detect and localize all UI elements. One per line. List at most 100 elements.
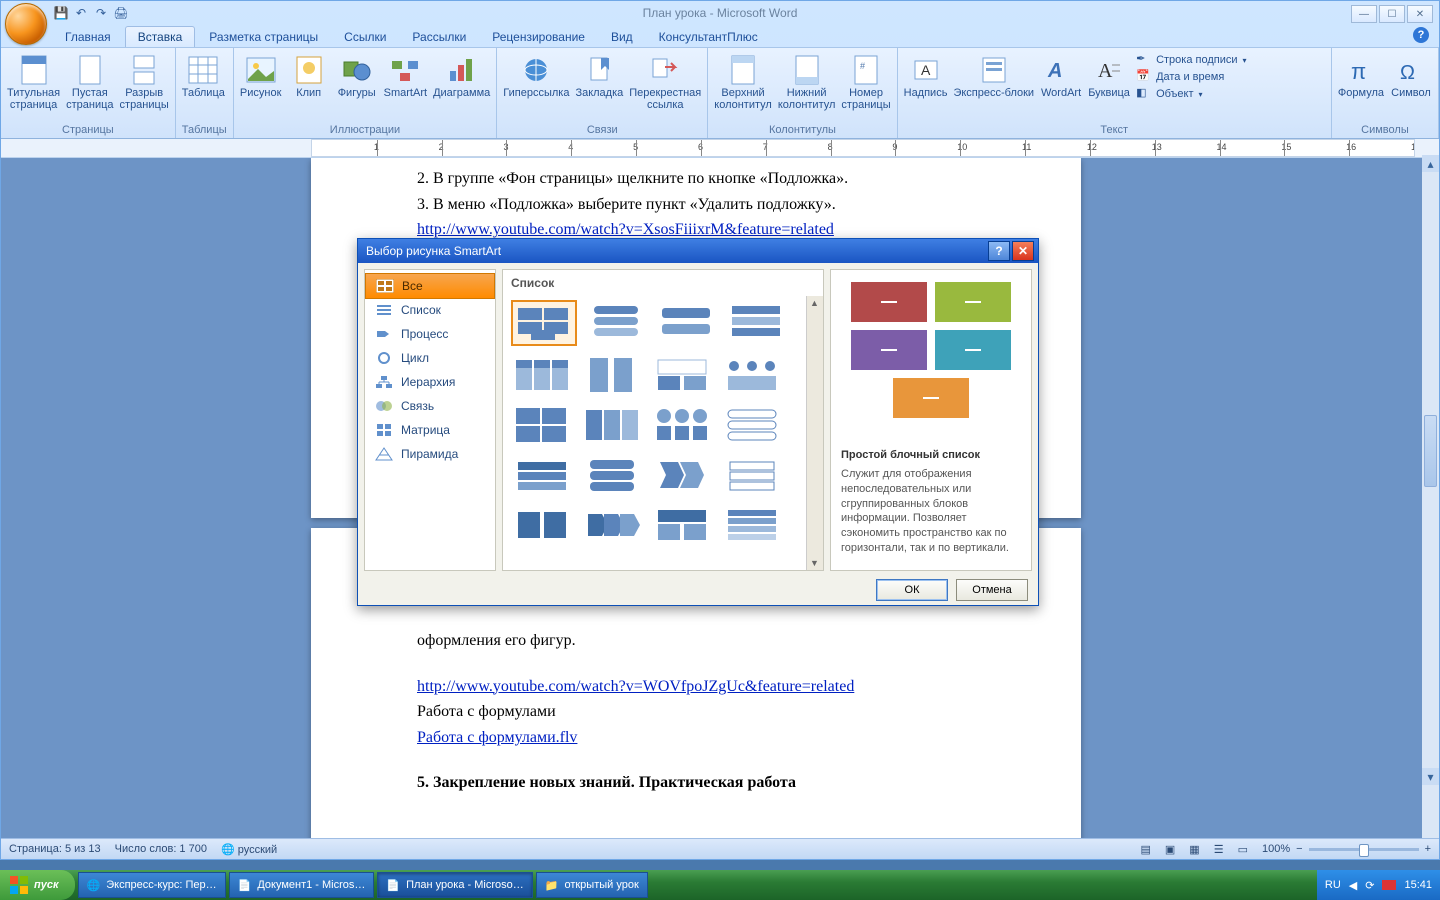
layout-item[interactable] xyxy=(721,354,783,396)
view-outline-icon[interactable]: ☰ xyxy=(1214,843,1224,856)
doc-hyperlink[interactable]: http://www.youtube.com/watch?v=WOVfpoJZg… xyxy=(417,678,854,695)
smartart-button[interactable]: SmartArt xyxy=(384,50,427,100)
view-printlayout-icon[interactable]: ▤ xyxy=(1140,843,1150,856)
dialog-close-icon[interactable]: ✕ xyxy=(1012,241,1034,261)
layout-item[interactable] xyxy=(721,454,783,496)
redo-icon[interactable]: ↷ xyxy=(93,5,109,21)
taskbar-item[interactable]: 🌐Экспресс-курс: Пер… xyxy=(78,872,226,898)
category-list-item[interactable]: Список xyxy=(365,298,495,322)
tab-view[interactable]: Вид xyxy=(599,27,645,47)
quickprint-icon[interactable]: 🖨 xyxy=(113,5,129,21)
gallery-scrollbar[interactable] xyxy=(806,296,823,570)
horizontal-ruler[interactable]: 1234567891011121314151617 xyxy=(311,139,1415,157)
picture-button[interactable]: Рисунок xyxy=(240,50,282,100)
dropcap-button[interactable]: AБуквица xyxy=(1088,50,1130,100)
kaspersky-icon[interactable] xyxy=(1382,880,1396,890)
layout-item[interactable] xyxy=(511,404,573,446)
cancel-button[interactable]: Отмена xyxy=(956,579,1028,601)
clip-button[interactable]: Клип xyxy=(288,50,330,100)
tray-icon[interactable]: ◀ xyxy=(1349,879,1357,892)
category-all[interactable]: Все xyxy=(365,273,495,299)
tab-home[interactable]: Главная xyxy=(53,27,123,47)
signature-line-button[interactable]: ✒Строка подписи▾ xyxy=(1136,52,1246,68)
doc-hyperlink[interactable]: Работа с формулами.flv xyxy=(417,729,577,746)
tray-clock[interactable]: 15:41 xyxy=(1404,879,1432,891)
layout-item[interactable] xyxy=(651,504,713,546)
view-fullscreen-icon[interactable]: ▣ xyxy=(1165,843,1175,856)
view-draft-icon[interactable]: ▭ xyxy=(1238,843,1248,856)
zoom-level[interactable]: 100% xyxy=(1262,843,1290,855)
dialog-help-icon[interactable]: ? xyxy=(988,241,1010,261)
wordart-button[interactable]: AWordArt xyxy=(1040,50,1082,100)
category-relationship[interactable]: Связь xyxy=(365,394,495,418)
doc-hyperlink[interactable]: http://www.youtube.com/watch?v=XsosFiiix… xyxy=(417,221,834,238)
category-pyramid[interactable]: Пирамида xyxy=(365,442,495,466)
maximize-button[interactable]: ☐ xyxy=(1379,5,1405,23)
vertical-scrollbar[interactable]: ▴ ▾ xyxy=(1422,155,1439,839)
equation-button[interactable]: πФормула xyxy=(1338,50,1384,100)
textbox-button[interactable]: AНадпись xyxy=(904,50,948,100)
layout-item[interactable] xyxy=(511,454,573,496)
layout-item[interactable] xyxy=(651,354,713,396)
header-button[interactable]: Верхнийколонтитул xyxy=(714,50,772,111)
scroll-up-icon[interactable]: ▴ xyxy=(1422,155,1439,172)
help-icon[interactable]: ? xyxy=(1413,27,1429,43)
category-process[interactable]: Процесс xyxy=(365,322,495,346)
symbol-button[interactable]: ΩСимвол xyxy=(1390,50,1432,100)
chart-button[interactable]: Диаграмма xyxy=(433,50,490,100)
layout-item[interactable] xyxy=(511,300,577,346)
view-web-icon[interactable]: ▦ xyxy=(1189,843,1199,856)
taskbar-item[interactable]: 📄Документ1 - Micros… xyxy=(229,872,375,898)
layout-item[interactable] xyxy=(581,354,643,396)
category-matrix[interactable]: Матрица xyxy=(365,418,495,442)
layout-item[interactable] xyxy=(651,404,713,446)
tab-insert[interactable]: Вставка xyxy=(125,26,196,47)
zoom-slider[interactable] xyxy=(1309,848,1419,851)
status-page[interactable]: Страница: 5 из 13 xyxy=(9,843,101,855)
bookmark-button[interactable]: Закладка xyxy=(575,50,623,100)
layout-item[interactable] xyxy=(581,454,643,496)
object-button[interactable]: ◧Объект▾ xyxy=(1136,86,1246,102)
zoom-out-icon[interactable]: − xyxy=(1296,843,1302,855)
start-button[interactable]: пуск xyxy=(0,870,75,900)
scroll-down-icon[interactable]: ▾ xyxy=(1422,768,1439,785)
save-icon[interactable]: 💾 xyxy=(53,5,69,21)
tab-references[interactable]: Ссылки xyxy=(332,27,398,47)
status-language[interactable]: 🌐 русский xyxy=(221,843,277,856)
status-wordcount[interactable]: Число слов: 1 700 xyxy=(115,843,207,855)
undo-icon[interactable]: ↶ xyxy=(73,5,89,21)
layout-item[interactable] xyxy=(585,300,647,342)
scroll-thumb[interactable] xyxy=(1424,415,1437,487)
tray-icon[interactable]: ⟳ xyxy=(1365,879,1374,892)
layout-item[interactable] xyxy=(511,354,573,396)
office-button[interactable] xyxy=(5,3,47,45)
ok-button[interactable]: ОК xyxy=(876,579,948,601)
tab-pagelayout[interactable]: Разметка страницы xyxy=(197,27,330,47)
layout-item[interactable] xyxy=(655,300,717,342)
shapes-button[interactable]: Фигуры xyxy=(336,50,378,100)
category-cycle[interactable]: Цикл xyxy=(365,346,495,370)
blank-page-button[interactable]: Пустаястраница xyxy=(66,50,113,111)
zoom-in-icon[interactable]: + xyxy=(1425,843,1431,855)
layout-item[interactable] xyxy=(581,404,643,446)
cover-page-button[interactable]: Титульнаястраница xyxy=(7,50,60,111)
taskbar-item[interactable]: 📁открытый урок xyxy=(536,872,648,898)
page-break-button[interactable]: Разрывстраницы xyxy=(120,50,169,111)
dialog-titlebar[interactable]: Выбор рисунка SmartArt ? ✕ xyxy=(358,239,1038,263)
tray-language[interactable]: RU xyxy=(1325,879,1341,891)
layout-item[interactable] xyxy=(721,504,783,546)
quickparts-button[interactable]: Экспресс-блоки xyxy=(953,50,1034,100)
hyperlink-button[interactable]: Гиперссылка xyxy=(503,50,569,100)
crossref-button[interactable]: Перекрестнаяссылка xyxy=(629,50,701,111)
pagenumber-button[interactable]: #Номерстраницы xyxy=(841,50,890,111)
layout-item[interactable] xyxy=(581,504,643,546)
minimize-button[interactable]: — xyxy=(1351,5,1377,23)
footer-button[interactable]: Нижнийколонтитул xyxy=(778,50,836,111)
layout-item[interactable] xyxy=(651,454,713,496)
datetime-button[interactable]: 📅Дата и время xyxy=(1136,69,1246,85)
layout-item[interactable] xyxy=(511,504,573,546)
layout-item[interactable] xyxy=(721,404,783,446)
tab-mailings[interactable]: Рассылки xyxy=(400,27,478,47)
category-hierarchy[interactable]: Иерархия xyxy=(365,370,495,394)
layout-item[interactable] xyxy=(725,300,787,342)
